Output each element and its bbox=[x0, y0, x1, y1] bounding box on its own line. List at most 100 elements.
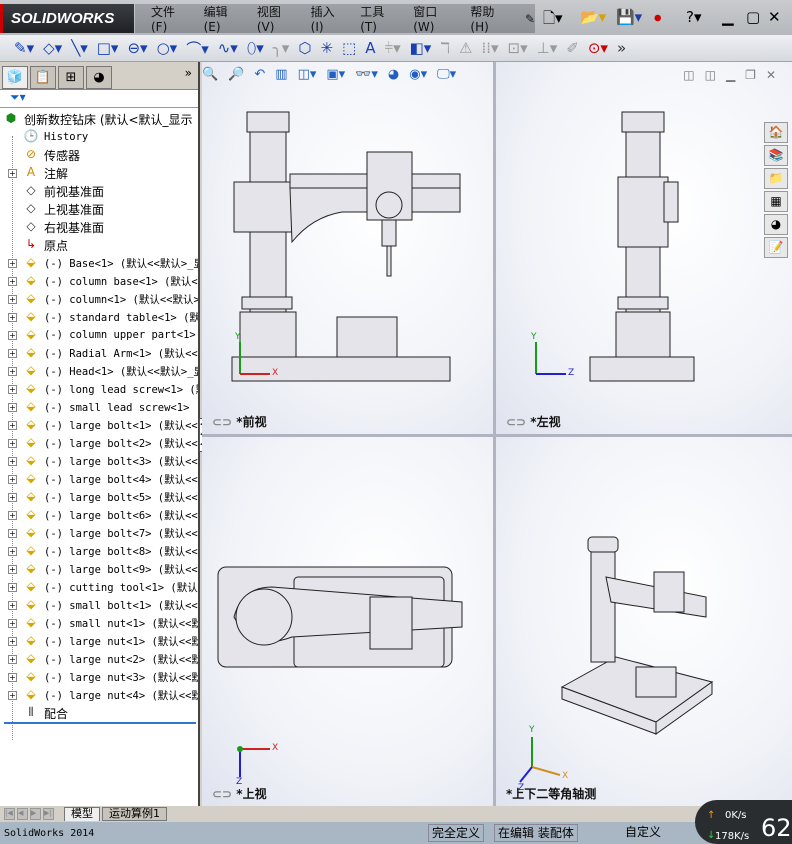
text-icon[interactable]: A bbox=[365, 39, 375, 57]
tree-item[interactable]: + ⬙ (-) Base<1> (默认<<默认>_显 bbox=[0, 254, 198, 272]
arc-icon[interactable]: ⌒▾ bbox=[186, 38, 209, 59]
horizontal-splitter[interactable] bbox=[202, 434, 792, 437]
sketch-icon[interactable]: ◇▾ bbox=[43, 39, 62, 57]
tree-item[interactable]: ◇ 前视基准面 bbox=[0, 182, 198, 200]
move-icon[interactable]: ⊡▾ bbox=[508, 39, 528, 57]
relations-icon[interactable]: ⊥▾ bbox=[537, 39, 558, 57]
ellipse-icon[interactable]: ⬯▾ bbox=[247, 39, 264, 57]
design-library-icon[interactable]: 📚 bbox=[764, 145, 788, 166]
viewport-left[interactable]: ◫ ◫ ▁ ❐ ✕ Y Z ⊂⊃ *左视 bbox=[496, 62, 792, 434]
tree-item[interactable]: + ⬙ (-) large nut<4> (默认<<默认 bbox=[0, 686, 198, 704]
tab-model[interactable]: 模型 bbox=[64, 806, 100, 821]
custom-properties-icon[interactable]: 📝 bbox=[764, 237, 788, 258]
tree-item[interactable]: ◇ 右视基准面 bbox=[0, 218, 198, 236]
more-tabs-icon[interactable]: » bbox=[185, 66, 192, 89]
mirror-icon[interactable]: ⫩▾ bbox=[384, 39, 400, 57]
expand-icon[interactable]: + bbox=[8, 528, 17, 538]
tree-item[interactable]: ◇ 上视基准面 bbox=[0, 200, 198, 218]
menu-file[interactable]: 文件(F) bbox=[151, 3, 188, 34]
save-icon[interactable]: 💾▾ bbox=[616, 8, 642, 26]
tree-item[interactable]: + ⬙ (-) small lead screw<1> (默 bbox=[0, 398, 198, 416]
offset-icon[interactable]: ⬚ bbox=[342, 39, 356, 57]
fillet-icon[interactable]: ╮▾ bbox=[273, 39, 290, 57]
expand-icon[interactable]: + bbox=[8, 168, 17, 178]
filter-icon[interactable]: ⏷▾ bbox=[0, 90, 198, 108]
tree-item[interactable]: + ⬙ (-) Head<1> (默认<<默认>_显 bbox=[0, 362, 198, 380]
expand-icon[interactable]: + bbox=[8, 330, 17, 340]
tree-item[interactable]: + ⬙ (-) large bolt<4> (默认<<默 bbox=[0, 470, 198, 488]
menu-window[interactable]: 窗口(W) bbox=[413, 3, 454, 34]
expand-icon[interactable]: + bbox=[8, 564, 17, 574]
tree-item[interactable]: + ⬙ (-) column base<1> (默认<< bbox=[0, 272, 198, 290]
help-icon[interactable]: ?▾ bbox=[686, 8, 702, 26]
menu-edit[interactable]: 编辑(E) bbox=[204, 3, 241, 34]
more-icon[interactable]: » bbox=[617, 39, 626, 57]
repair-icon[interactable]: ⚠ bbox=[459, 39, 472, 57]
tree-item[interactable]: + ⬙ (-) large bolt<2> (默认<<默 bbox=[0, 434, 198, 452]
smart-dimension-icon[interactable]: ✎▾ bbox=[14, 39, 34, 57]
file-explorer-icon[interactable]: 📁 bbox=[764, 168, 788, 189]
expand-icon[interactable]: + bbox=[8, 420, 17, 430]
tree-item[interactable]: + ⬙ (-) column upper part<1> ( bbox=[0, 326, 198, 344]
configuration-manager-tab-icon[interactable]: ⊞ bbox=[58, 66, 84, 89]
link-views-icon[interactable]: ⊂⊃ bbox=[212, 415, 232, 429]
expand-icon[interactable]: + bbox=[8, 474, 17, 484]
solidworks-resources-icon[interactable]: 🏠 bbox=[764, 122, 788, 143]
slot-icon[interactable]: ⊖▾ bbox=[127, 39, 147, 57]
tree-item[interactable]: + ⬙ (-) Radial Arm<1> (默认<<默 bbox=[0, 344, 198, 362]
link-views-icon[interactable]: ⊂⊃ bbox=[506, 415, 526, 429]
rectangle-icon[interactable]: □▾ bbox=[97, 39, 119, 57]
first-tab-icon[interactable]: |◀ bbox=[4, 807, 15, 820]
tree-item[interactable]: ↳ 原点 bbox=[0, 236, 198, 254]
expand-icon[interactable]: + bbox=[8, 456, 17, 466]
expand-icon[interactable]: + bbox=[8, 294, 17, 304]
polygon-icon[interactable]: ⬡ bbox=[298, 39, 311, 57]
point-icon[interactable]: ✳ bbox=[320, 39, 333, 57]
rebuild-icon[interactable]: ⦁ bbox=[654, 8, 662, 26]
tree-item[interactable]: + ⬙ (-) large bolt<1> (默认<<默 bbox=[0, 416, 198, 434]
tree-item[interactable]: + ⬙ (-) large bolt<9> (默认<<默 bbox=[0, 560, 198, 578]
tree-item[interactable]: ⫴ 配合 bbox=[0, 704, 198, 722]
tab-motion-study[interactable]: 运动算例1 bbox=[102, 806, 167, 821]
tree-item[interactable]: 🕒 History bbox=[0, 128, 198, 146]
appearances-icon[interactable]: ◕ bbox=[764, 214, 788, 235]
tree-item[interactable]: + ⬙ (-) large nut<1> (默认<<默认 bbox=[0, 632, 198, 650]
viewport-top[interactable]: X Z ⊂⊃ *上视 bbox=[202, 437, 493, 806]
units-selector[interactable]: 自定义 bbox=[622, 824, 664, 842]
tree-root[interactable]: ⬢ 创新数控钻床 (默认<默认_显示 bbox=[0, 110, 198, 128]
circle-icon[interactable]: ○▾ bbox=[157, 39, 178, 57]
expand-icon[interactable]: + bbox=[8, 600, 17, 610]
new-document-icon[interactable]: 🗋▾ bbox=[543, 8, 563, 33]
tree-item[interactable]: + ⬙ (-) large nut<3> (默认<<默认 bbox=[0, 668, 198, 686]
trim-icon[interactable]: ℸ bbox=[440, 39, 450, 57]
tree-item[interactable]: + ⬙ (-) column<1> (默认<<默认> bbox=[0, 290, 198, 308]
expand-icon[interactable]: + bbox=[8, 582, 17, 592]
viewport-isometric[interactable]: Y X Z *上下二等角轴测 bbox=[496, 437, 792, 806]
expand-icon[interactable]: + bbox=[8, 312, 17, 322]
expand-icon[interactable]: + bbox=[8, 492, 17, 502]
tree-item[interactable]: + ⬙ (-) small bolt<1> (默认<<默 bbox=[0, 596, 198, 614]
last-tab-icon[interactable]: ▶| bbox=[43, 807, 54, 820]
tree-item[interactable]: + ⬙ (-) large bolt<7> (默认<<默 bbox=[0, 524, 198, 542]
close-icon[interactable]: ✕ bbox=[768, 8, 781, 26]
menu-tools[interactable]: 工具(T) bbox=[360, 3, 397, 34]
expand-icon[interactable]: + bbox=[8, 438, 17, 448]
viewport-front[interactable]: 🔍 🔎 ↶ ▥ ◫▾ ▣▾ 👓▾ ◕ ◉▾ 🖵▾ Y X ⊂⊃ *前视 bbox=[202, 62, 493, 434]
minimize-icon[interactable]: ▁ bbox=[722, 8, 734, 26]
next-tab-icon[interactable]: ▶ bbox=[30, 807, 41, 820]
tree-item[interactable]: + ⬙ (-) long lead screw<1> (默 bbox=[0, 380, 198, 398]
expand-icon[interactable]: + bbox=[8, 384, 17, 394]
tree-item[interactable]: + ⬙ (-) large bolt<6> (默认<<默 bbox=[0, 506, 198, 524]
link-views-icon[interactable]: ⊂⊃ bbox=[212, 787, 232, 801]
expand-icon[interactable]: + bbox=[8, 348, 17, 358]
expand-icon[interactable]: + bbox=[8, 366, 17, 376]
menu-help[interactable]: 帮助(H) bbox=[470, 3, 509, 34]
tree-item[interactable]: + ⬙ (-) cutting tool<1> (默认< bbox=[0, 578, 198, 596]
expand-icon[interactable]: + bbox=[8, 654, 17, 664]
open-icon[interactable]: 📂▾ bbox=[580, 8, 606, 26]
graphics-area[interactable]: 🔍 🔎 ↶ ▥ ◫▾ ▣▾ 👓▾ ◕ ◉▾ 🖵▾ Y X ⊂⊃ *前视 ◫ ◫ … bbox=[202, 62, 792, 806]
menu-insert[interactable]: 插入(I) bbox=[311, 3, 345, 34]
line-icon[interactable]: ╲▾ bbox=[71, 39, 88, 57]
tree-item[interactable]: + ⬙ (-) large bolt<5> (默认<<默 bbox=[0, 488, 198, 506]
property-manager-tab-icon[interactable]: 📋 bbox=[30, 66, 56, 89]
